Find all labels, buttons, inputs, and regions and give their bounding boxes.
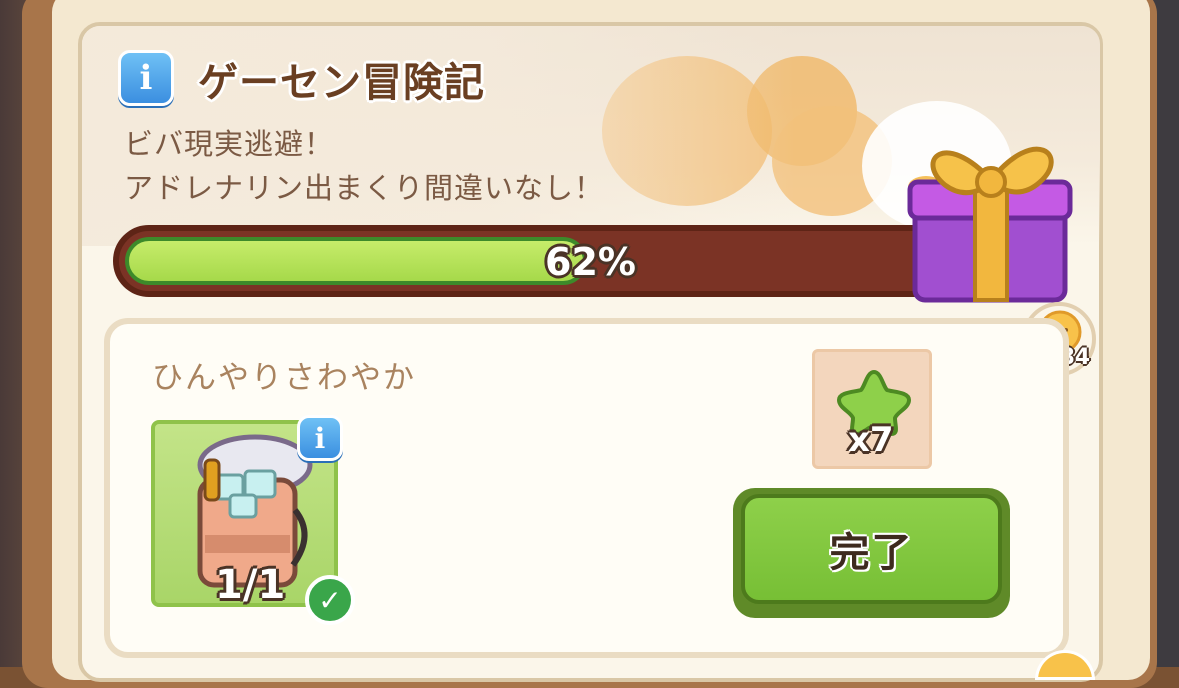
task-name: ひんやりさわやか — [152, 360, 416, 396]
checkmark-icon: ✓ — [305, 575, 355, 625]
task-item-progress: 1/1 — [215, 562, 286, 608]
event-progress-fill — [125, 237, 587, 285]
reward-count: x7 — [848, 420, 894, 460]
item-info-icon[interactable]: i — [297, 415, 343, 461]
event-progress-label: 62% — [545, 240, 636, 284]
event-description: ビバ現実逃避！ アドレナリン出まくり間違いなし！ — [124, 122, 604, 210]
event-description-line-2: アドレナリン出まくり間違いなし！ — [124, 171, 605, 205]
event-description-line-1: ビバ現実逃避！ — [124, 127, 335, 161]
event-info-icon[interactable]: i — [118, 50, 174, 106]
event-title: ゲーセン冒険記 — [198, 60, 485, 106]
complete-button[interactable]: 完了 — [741, 494, 1002, 604]
gift-box-icon[interactable] — [905, 120, 1080, 310]
